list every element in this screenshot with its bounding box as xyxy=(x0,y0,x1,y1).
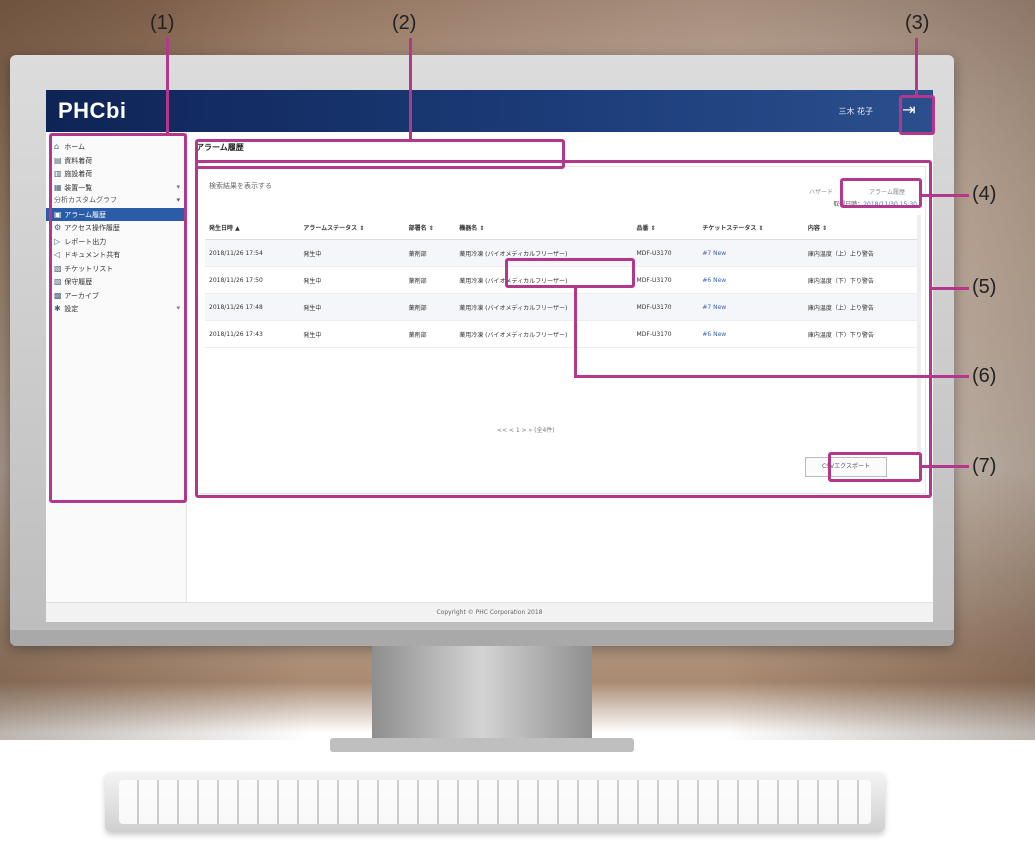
callout-2: (2) xyxy=(392,12,417,34)
callout-line-6a xyxy=(574,288,577,376)
keyboard-keys xyxy=(119,780,871,824)
callout-6: (6) xyxy=(972,365,997,387)
callout-line-6b xyxy=(574,375,969,378)
callout-line-1 xyxy=(166,38,169,134)
callout-5: (5) xyxy=(972,276,997,298)
callout-line-5 xyxy=(931,287,969,290)
callout-line-3 xyxy=(915,38,918,96)
callout-line-7 xyxy=(921,465,969,468)
monitor-stand xyxy=(372,646,592,742)
top-bar: PHCbi 三木 花子 ⇥ xyxy=(46,90,933,132)
callout-box-1 xyxy=(49,133,187,503)
callout-line-2 xyxy=(409,38,412,140)
app-logo: PHCbi xyxy=(58,98,127,123)
callout-3: (3) xyxy=(905,12,930,34)
callout-7: (7) xyxy=(972,455,997,477)
monitor-stand-base xyxy=(330,738,634,752)
callout-1: (1) xyxy=(150,12,175,34)
footer: Copyright © PHC Corporation 2018 xyxy=(46,602,933,622)
keyboard xyxy=(105,772,885,832)
user-name: 三木 花子 xyxy=(838,107,873,116)
callout-box-7 xyxy=(828,452,922,482)
monitor-chin xyxy=(10,630,954,646)
callout-box-3 xyxy=(899,95,935,135)
callout-4: (4) xyxy=(972,183,997,205)
callout-box-5 xyxy=(195,160,932,498)
callout-box-6 xyxy=(505,258,635,288)
